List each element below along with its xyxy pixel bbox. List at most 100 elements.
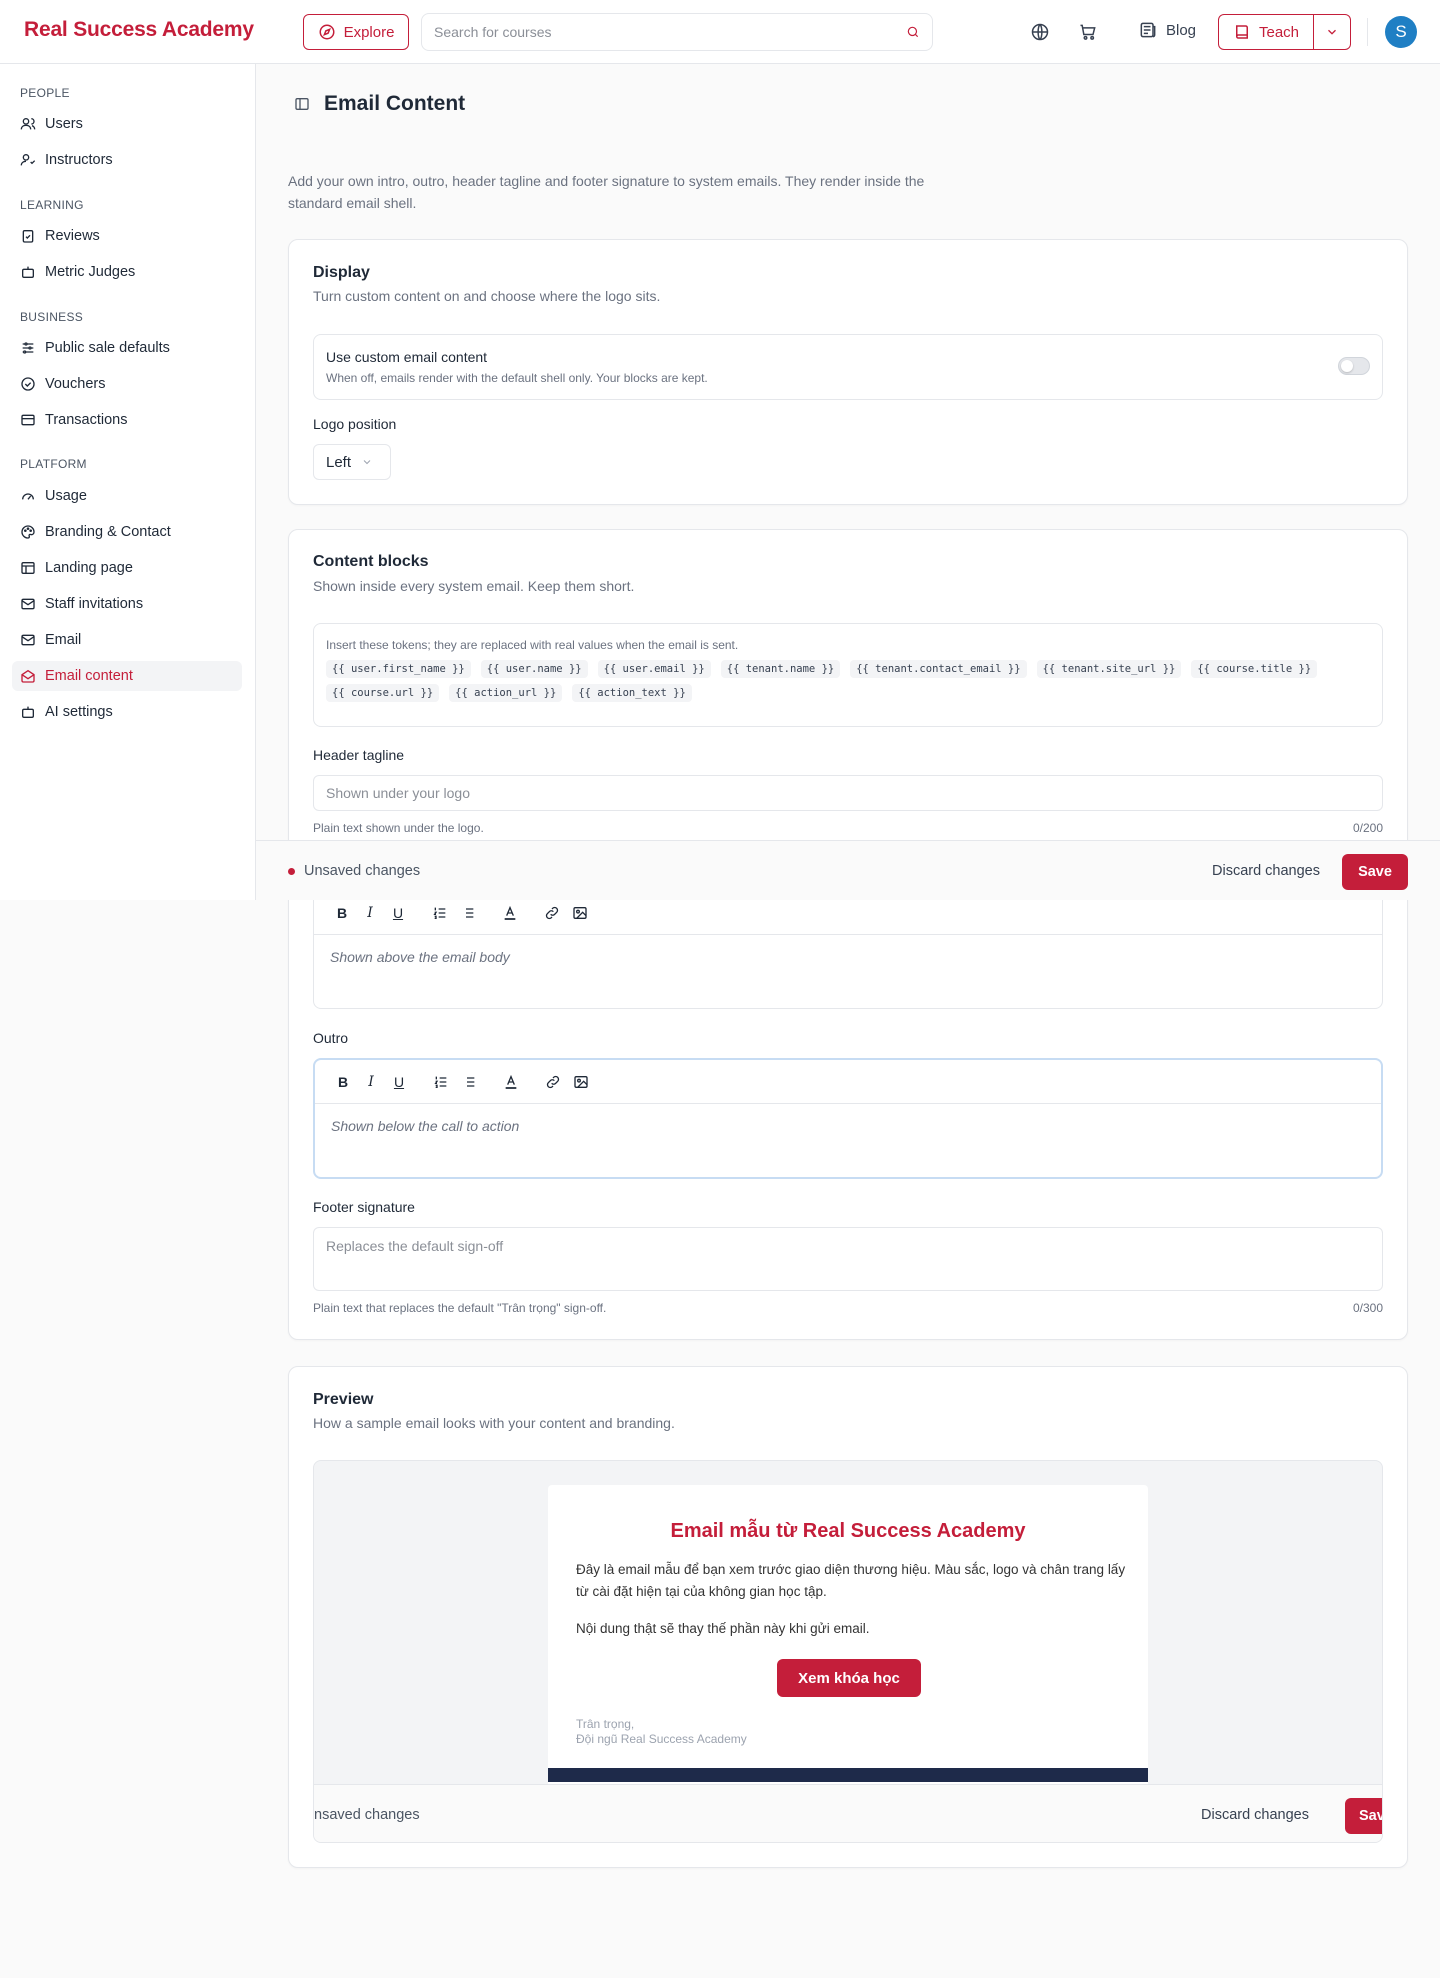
bullet-list-icon[interactable]: [454, 899, 482, 927]
save-button[interactable]: Save: [1342, 854, 1408, 890]
sidebar-item-staff-invitations[interactable]: Staff invitations: [12, 589, 242, 619]
header-divider: [1367, 18, 1368, 46]
sidebar-item-email[interactable]: Email: [12, 625, 242, 655]
custom-content-toggle-row: Use custom email content When off, email…: [313, 334, 1383, 400]
teach-dropdown-chevron-icon[interactable]: [1314, 15, 1350, 49]
bold-icon[interactable]: B: [329, 1068, 357, 1096]
token-chip[interactable]: {{ user.name }}: [480, 660, 588, 678]
search-input[interactable]: [434, 24, 906, 40]
footer-signature-help: Plain text that replaces the default "Tr…: [313, 1301, 607, 1315]
sample-email: Email mẫu từ Real Success Academy Đây là…: [548, 1485, 1148, 1785]
cart-icon[interactable]: [1076, 20, 1100, 44]
bold-icon[interactable]: B: [328, 899, 356, 927]
bot-icon: [20, 704, 36, 720]
footer-signature-label: Footer signature: [313, 1199, 415, 1215]
outro-editor[interactable]: B I U Shown below the call to action: [313, 1058, 1383, 1179]
brand-logo[interactable]: Real Success Academy: [24, 18, 254, 42]
preview-subtitle: How a sample email looks with your conte…: [313, 1415, 675, 1431]
teach-label: Teach: [1258, 23, 1300, 41]
toggle-label: Use custom email content: [326, 349, 488, 365]
mail-icon: [20, 632, 36, 648]
sidebar-item-instructors[interactable]: Instructors: [12, 145, 242, 175]
header-tagline-input[interactable]: Shown under your logo: [313, 775, 1383, 811]
sidebar-item-label: Landing page: [45, 560, 133, 576]
italic-icon[interactable]: I: [356, 899, 384, 927]
explore-label: Explore: [343, 23, 395, 41]
sidebar-item-label: Vouchers: [45, 376, 106, 392]
text-color-icon[interactable]: [497, 1068, 525, 1096]
sidebar-item-vouchers[interactable]: Vouchers: [12, 369, 242, 399]
link-icon[interactable]: [538, 899, 566, 927]
sidebar-section-platform: PLATFORM: [20, 457, 87, 471]
preview-save-button: Sav: [1345, 1798, 1382, 1834]
display-subtitle: Turn custom content on and choose where …: [313, 288, 661, 304]
sidebar-item-metric-judges[interactable]: Metric Judges: [12, 257, 242, 287]
italic-icon[interactable]: I: [357, 1068, 385, 1096]
sample-email-title: Email mẫu từ Real Success Academy: [670, 1520, 1026, 1542]
avatar[interactable]: S: [1385, 16, 1417, 48]
users-icon: [20, 116, 36, 132]
outro-editor-body[interactable]: Shown below the call to action: [315, 1104, 1381, 1177]
sidebar-section-learning: LEARNING: [20, 198, 84, 212]
search-icon[interactable]: [906, 25, 920, 39]
explore-button[interactable]: Explore: [303, 14, 409, 50]
preview-unsaved-bar: nsaved changes Discard changes Sav: [314, 1784, 1382, 1842]
token-chips: {{ user.first_name }} {{ user.name }} {{ u…: [326, 660, 1366, 702]
blog-label: Blog: [1166, 21, 1197, 39]
sidebar-item-transactions[interactable]: Transactions: [12, 405, 242, 435]
sidebar-item-landing-page[interactable]: Landing page: [12, 553, 242, 583]
sidebar-item-users[interactable]: Users: [12, 109, 242, 139]
logo-position-select[interactable]: Left: [313, 444, 391, 480]
sidebar-item-email-content[interactable]: Email content: [12, 661, 242, 691]
bullet-list-icon[interactable]: [455, 1068, 483, 1096]
token-chip[interactable]: {{ action_text }}: [572, 684, 692, 702]
teach-button[interactable]: Teach: [1219, 15, 1314, 49]
token-chip[interactable]: {{ user.first_name }}: [326, 660, 471, 678]
blog-button[interactable]: Blog: [1138, 20, 1196, 40]
ordered-list-icon[interactable]: [426, 899, 454, 927]
footer-signature-textarea[interactable]: Replaces the default sign-off: [313, 1227, 1383, 1291]
discard-changes-button[interactable]: Discard changes: [1212, 863, 1320, 879]
underline-icon[interactable]: U: [384, 899, 412, 927]
token-chip[interactable]: {{ course.url }}: [326, 684, 440, 702]
sidebar: PEOPLE Users Instructors LEARNING Review…: [0, 64, 256, 900]
search-bar[interactable]: [421, 13, 933, 51]
intro-editor-body[interactable]: Shown above the email body: [314, 935, 1382, 1008]
token-chip[interactable]: {{ tenant.name }}: [720, 660, 841, 678]
sidebar-item-reviews[interactable]: Reviews: [12, 221, 242, 251]
token-chip[interactable]: {{ user.email }}: [597, 660, 711, 678]
image-icon[interactable]: [567, 1068, 595, 1096]
unsaved-message: Unsaved changes: [304, 863, 421, 879]
token-list: Insert these tokens; they are replaced w…: [313, 623, 1383, 727]
token-chip[interactable]: {{ course.title }}: [1191, 660, 1318, 678]
link-icon[interactable]: [539, 1068, 567, 1096]
sidebar-item-ai-settings[interactable]: AI settings: [12, 697, 242, 727]
logo-position-value: Left: [326, 453, 352, 471]
sidebar-toggle-icon[interactable]: [294, 96, 310, 112]
content-blocks-card: Content blocks Shown inside every system…: [288, 529, 1408, 1340]
sidebar-item-branding-contact[interactable]: Branding & Contact: [12, 517, 242, 547]
content-title: Content blocks: [313, 553, 429, 570]
logo-position-label: Logo position: [313, 416, 397, 432]
text-color-icon[interactable]: [496, 899, 524, 927]
book-icon: [1233, 23, 1251, 41]
footer-signature-count: 0/300: [1352, 1301, 1383, 1315]
sidebar-item-label: Branding & Contact: [45, 524, 171, 540]
underline-icon[interactable]: U: [385, 1068, 413, 1096]
custom-content-switch[interactable]: [1338, 357, 1370, 375]
language-globe-icon[interactable]: [1028, 20, 1052, 44]
image-icon[interactable]: [566, 899, 594, 927]
sidebar-item-usage[interactable]: Usage: [12, 481, 242, 511]
display-card: Display Turn custom content on and choos…: [288, 239, 1408, 505]
token-chip[interactable]: {{ action_url }}: [449, 684, 563, 702]
token-chip[interactable]: {{ tenant.site_url }}: [1036, 660, 1182, 678]
header-tagline-label: Header tagline: [313, 747, 405, 763]
top-bar: Real Success Academy Explore Blog Teach: [0, 0, 1440, 64]
sidebar-item-label: Staff invitations: [45, 596, 144, 612]
sidebar-item-public-sale-defaults[interactable]: Public sale defaults: [12, 333, 242, 363]
token-chip[interactable]: {{ tenant.contact_email }}: [850, 660, 1027, 678]
ordered-list-icon[interactable]: [427, 1068, 455, 1096]
mail-plus-icon: [20, 596, 36, 612]
intro-editor[interactable]: B I U Shown above the email body: [313, 890, 1383, 1009]
sample-email-cta-button: Xem khóa học: [777, 1659, 921, 1697]
